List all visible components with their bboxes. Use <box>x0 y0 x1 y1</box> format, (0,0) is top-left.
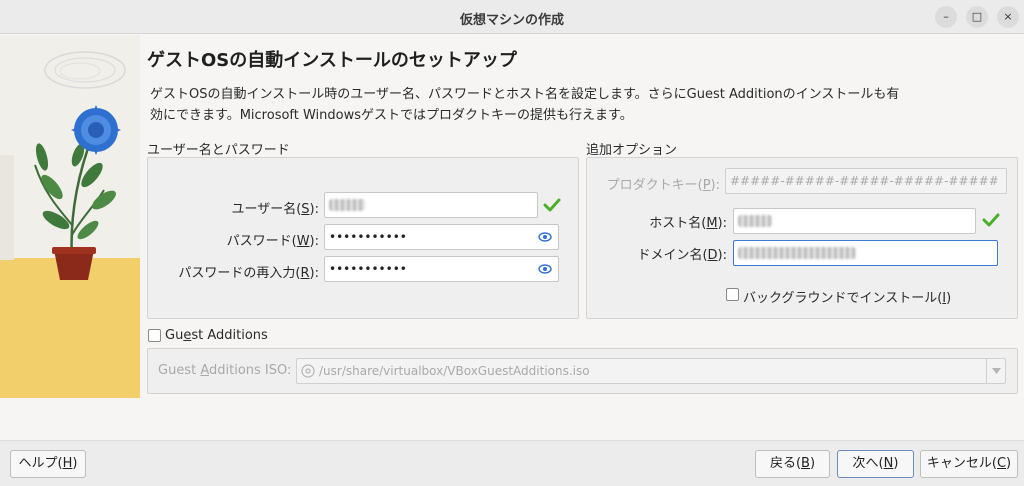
next-button[interactable]: 次へ(N) <box>837 450 914 478</box>
background-install-label: バックグラウンドでインストール(I) <box>743 291 952 306</box>
chevron-down-icon <box>992 368 1001 374</box>
show-repeat-password-eye-icon[interactable] <box>538 262 552 276</box>
domain-input[interactable] <box>733 240 998 266</box>
username-label: ユーザー名(S): <box>231 202 319 217</box>
password-label: パスワード(W): <box>226 234 319 249</box>
product-key-label: プロダクトキー(P): <box>606 178 720 193</box>
username-redacted <box>329 199 365 211</box>
window-title: 仮想マシンの作成 <box>459 13 564 28</box>
help-button[interactable]: ヘルプ(H) <box>10 450 86 478</box>
guest-additions-label: Guest Additions <box>165 328 268 343</box>
wizard-illustration <box>0 35 140 398</box>
hostname-label: ホスト名(M): <box>649 216 727 231</box>
extra-options-group-label: 追加オプション <box>586 143 678 158</box>
close-button[interactable]: × <box>997 6 1019 28</box>
page-description: ゲストOSの自動インストール時のユーザー名、パスワードとホスト名を設定します。さ… <box>150 87 900 123</box>
repeat-password-input[interactable]: ••••••••••• <box>324 256 559 282</box>
domain-label: ドメイン名(D): <box>637 248 727 263</box>
cancel-button[interactable]: キャンセル(C) <box>920 450 1018 478</box>
title-bar: 仮想マシンの作成 – □ × <box>0 0 1024 34</box>
password-value: ••••••••••• <box>329 230 407 244</box>
flower-pot-illustration <box>0 51 140 398</box>
minimize-button[interactable]: – <box>935 6 957 28</box>
domain-redacted <box>738 247 856 259</box>
hostname-input[interactable] <box>733 208 976 234</box>
guest-additions-iso-label: Guest Additions ISO: <box>158 363 292 378</box>
username-valid-check-icon <box>543 198 561 212</box>
username-input[interactable] <box>324 192 538 218</box>
user-group-label: ユーザー名とパスワード <box>147 143 290 158</box>
background-install-checkbox[interactable] <box>726 288 739 301</box>
iso-dropdown-button <box>986 359 1005 383</box>
guest-additions-checkbox[interactable] <box>148 329 161 342</box>
repeat-password-label: パスワードの再入力(R): <box>178 266 319 281</box>
iso-path-value: /usr/share/virtualbox/VBoxGuestAdditions… <box>319 364 590 378</box>
password-input[interactable]: ••••••••••• <box>324 224 559 250</box>
hostname-redacted <box>738 215 772 227</box>
show-password-eye-icon[interactable] <box>538 230 552 244</box>
guest-additions-iso-selector: /usr/share/virtualbox/VBoxGuestAdditions… <box>296 358 1006 384</box>
product-key-input: #####-#####-#####-#####-##### <box>725 168 1007 194</box>
disc-icon <box>301 364 315 378</box>
repeat-password-value: ••••••••••• <box>329 262 407 276</box>
hostname-valid-check-icon <box>982 213 1000 227</box>
page-title: ゲストOSの自動インストールのセットアップ <box>147 50 517 71</box>
maximize-button[interactable]: □ <box>966 6 988 28</box>
back-button[interactable]: 戻る(B) <box>755 450 830 478</box>
